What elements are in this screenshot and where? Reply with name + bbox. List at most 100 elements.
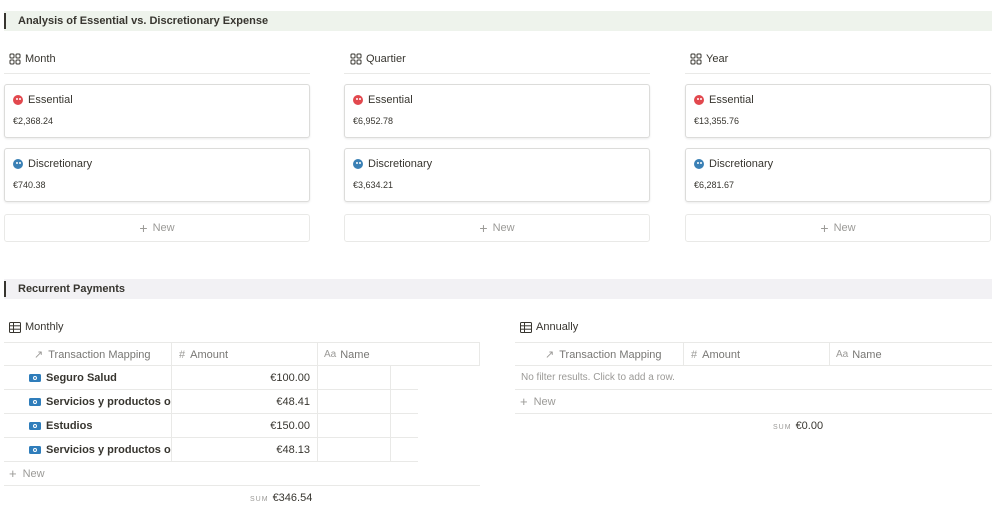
row-title: Servicios y productos online <box>46 443 171 456</box>
card-value: €6,952.78 <box>353 116 394 126</box>
new-label: New <box>22 467 45 480</box>
table-icon <box>9 321 21 333</box>
new-card-button[interactable]: + New <box>685 214 991 242</box>
view-label: Month <box>25 53 56 65</box>
table-row[interactable]: Servicios y productos online €48.13 <box>4 438 418 462</box>
gallery-grid-icon <box>690 53 702 65</box>
view-tab-month[interactable]: Month <box>9 51 56 67</box>
analysis-section-header: Analysis of Essential vs. Discretionary … <box>4 11 992 31</box>
table-icon <box>520 321 532 333</box>
hash-icon: # <box>179 348 186 361</box>
new-card-button[interactable]: + New <box>344 214 650 242</box>
card-title: Discretionary <box>709 158 774 170</box>
row-title: Seguro Salud <box>46 371 117 384</box>
column-header-name[interactable]: Aa Name <box>830 343 992 366</box>
view-divider <box>344 73 650 74</box>
card-essential[interactable]: Essential €6,952.78 <box>344 84 650 138</box>
card-value: €13,355.76 <box>694 116 740 126</box>
skull-blue-icon <box>353 159 363 169</box>
card-discretionary[interactable]: Discretionary €740.38 <box>4 148 310 202</box>
table-row[interactable]: Estudios €150.00 <box>4 414 418 438</box>
section-title: Analysis of Essential vs. Discretionary … <box>18 15 269 27</box>
money-bill-icon <box>29 421 41 430</box>
skull-blue-icon <box>13 159 23 169</box>
table-row[interactable]: Seguro Salud €100.00 <box>4 366 418 390</box>
gallery-grid-icon <box>350 53 362 65</box>
empty-results-row[interactable]: No filter results. Click to add a row. <box>515 366 992 390</box>
skull-red-icon <box>694 95 704 105</box>
table-header-row: ↗ Transaction Mapping # Amount Aa Name <box>4 342 480 366</box>
money-bill-icon <box>29 373 41 382</box>
plus-icon: + <box>139 220 148 236</box>
column-label: Amount <box>190 348 229 361</box>
view-tab-quartier[interactable]: Quartier <box>350 51 406 67</box>
section-title: Recurrent Payments <box>18 283 125 295</box>
cell-name[interactable] <box>318 366 391 389</box>
column-label: Transaction Mapping <box>48 348 151 361</box>
cell-mapping[interactable]: Servicios y productos online <box>4 390 172 413</box>
table-row[interactable]: Servicios y productos online €48.41 <box>4 390 418 414</box>
card-discretionary[interactable]: Discretionary €3,634.21 <box>344 148 650 202</box>
text-aa-icon: Aa <box>836 349 849 360</box>
new-row-button[interactable]: + New <box>515 390 992 414</box>
skull-red-icon <box>13 95 23 105</box>
column-header-amount[interactable]: # Amount <box>172 343 318 366</box>
card-value: €6,281.67 <box>694 180 735 190</box>
arrow-up-right-icon: ↗ <box>545 349 555 361</box>
column-header-mapping[interactable]: ↗ Transaction Mapping <box>4 343 172 366</box>
column-header-amount[interactable]: # Amount <box>684 343 830 366</box>
cell-mapping[interactable]: Seguro Salud <box>4 366 172 389</box>
view-divider <box>685 73 991 74</box>
cell-amount[interactable]: €100.00 <box>172 366 318 389</box>
view-label: Annually <box>536 321 579 333</box>
column-label: Name <box>852 348 882 361</box>
sum-aggregate[interactable]: SUM €0.00 <box>773 420 823 432</box>
card-title: Essential <box>28 94 73 106</box>
text-aa-icon: Aa <box>324 349 337 360</box>
cell-mapping[interactable]: Estudios <box>4 414 172 437</box>
recurrent-section-header: Recurrent Payments <box>4 279 992 299</box>
column-header-name[interactable]: Aa Name <box>318 343 480 366</box>
cell-name[interactable] <box>318 414 391 437</box>
plus-icon: + <box>9 466 17 481</box>
sum-value: €0.00 <box>795 420 824 432</box>
table-header-row: ↗ Transaction Mapping # Amount Aa Name <box>515 342 992 366</box>
card-title: Essential <box>709 94 754 106</box>
cell-amount[interactable]: €48.13 <box>172 438 318 461</box>
cell-name[interactable] <box>318 438 391 461</box>
column-header-mapping[interactable]: ↗ Transaction Mapping <box>515 343 684 366</box>
cell-amount[interactable]: €48.41 <box>172 390 318 413</box>
view-label: Year <box>706 53 729 65</box>
view-tab-year[interactable]: Year <box>690 51 728 67</box>
new-row-button[interactable]: + New <box>4 462 480 486</box>
money-bill-icon <box>29 445 41 454</box>
section-accent-bar <box>4 281 6 297</box>
cell-name[interactable] <box>318 390 391 413</box>
sum-label: SUM <box>250 496 269 503</box>
column-label: Transaction Mapping <box>559 348 662 361</box>
view-label: Monthly <box>25 321 64 333</box>
card-essential[interactable]: Essential €2,368.24 <box>4 84 310 138</box>
card-title: Essential <box>368 94 413 106</box>
view-label: Quartier <box>366 53 406 65</box>
column-label: Amount <box>702 348 741 361</box>
sum-label: SUM <box>773 424 792 431</box>
cell-amount[interactable]: €150.00 <box>172 414 318 437</box>
new-label: New <box>833 222 856 234</box>
money-bill-icon <box>29 397 41 406</box>
card-title: Discretionary <box>368 158 433 170</box>
hash-icon: # <box>691 348 698 361</box>
card-value: €740.38 <box>13 180 46 190</box>
skull-red-icon <box>353 95 363 105</box>
view-tab-annually[interactable]: Annually <box>520 319 578 335</box>
column-label: Name <box>340 348 370 361</box>
card-essential[interactable]: Essential €13,355.76 <box>685 84 991 138</box>
new-card-button[interactable]: + New <box>4 214 310 242</box>
plus-icon: + <box>520 394 528 409</box>
section-accent-bar <box>4 13 6 29</box>
new-label: New <box>492 222 515 234</box>
view-tab-monthly[interactable]: Monthly <box>9 319 64 335</box>
sum-aggregate[interactable]: SUM €346.54 <box>250 492 312 504</box>
card-discretionary[interactable]: Discretionary €6,281.67 <box>685 148 991 202</box>
cell-mapping[interactable]: Servicios y productos online <box>4 438 172 461</box>
